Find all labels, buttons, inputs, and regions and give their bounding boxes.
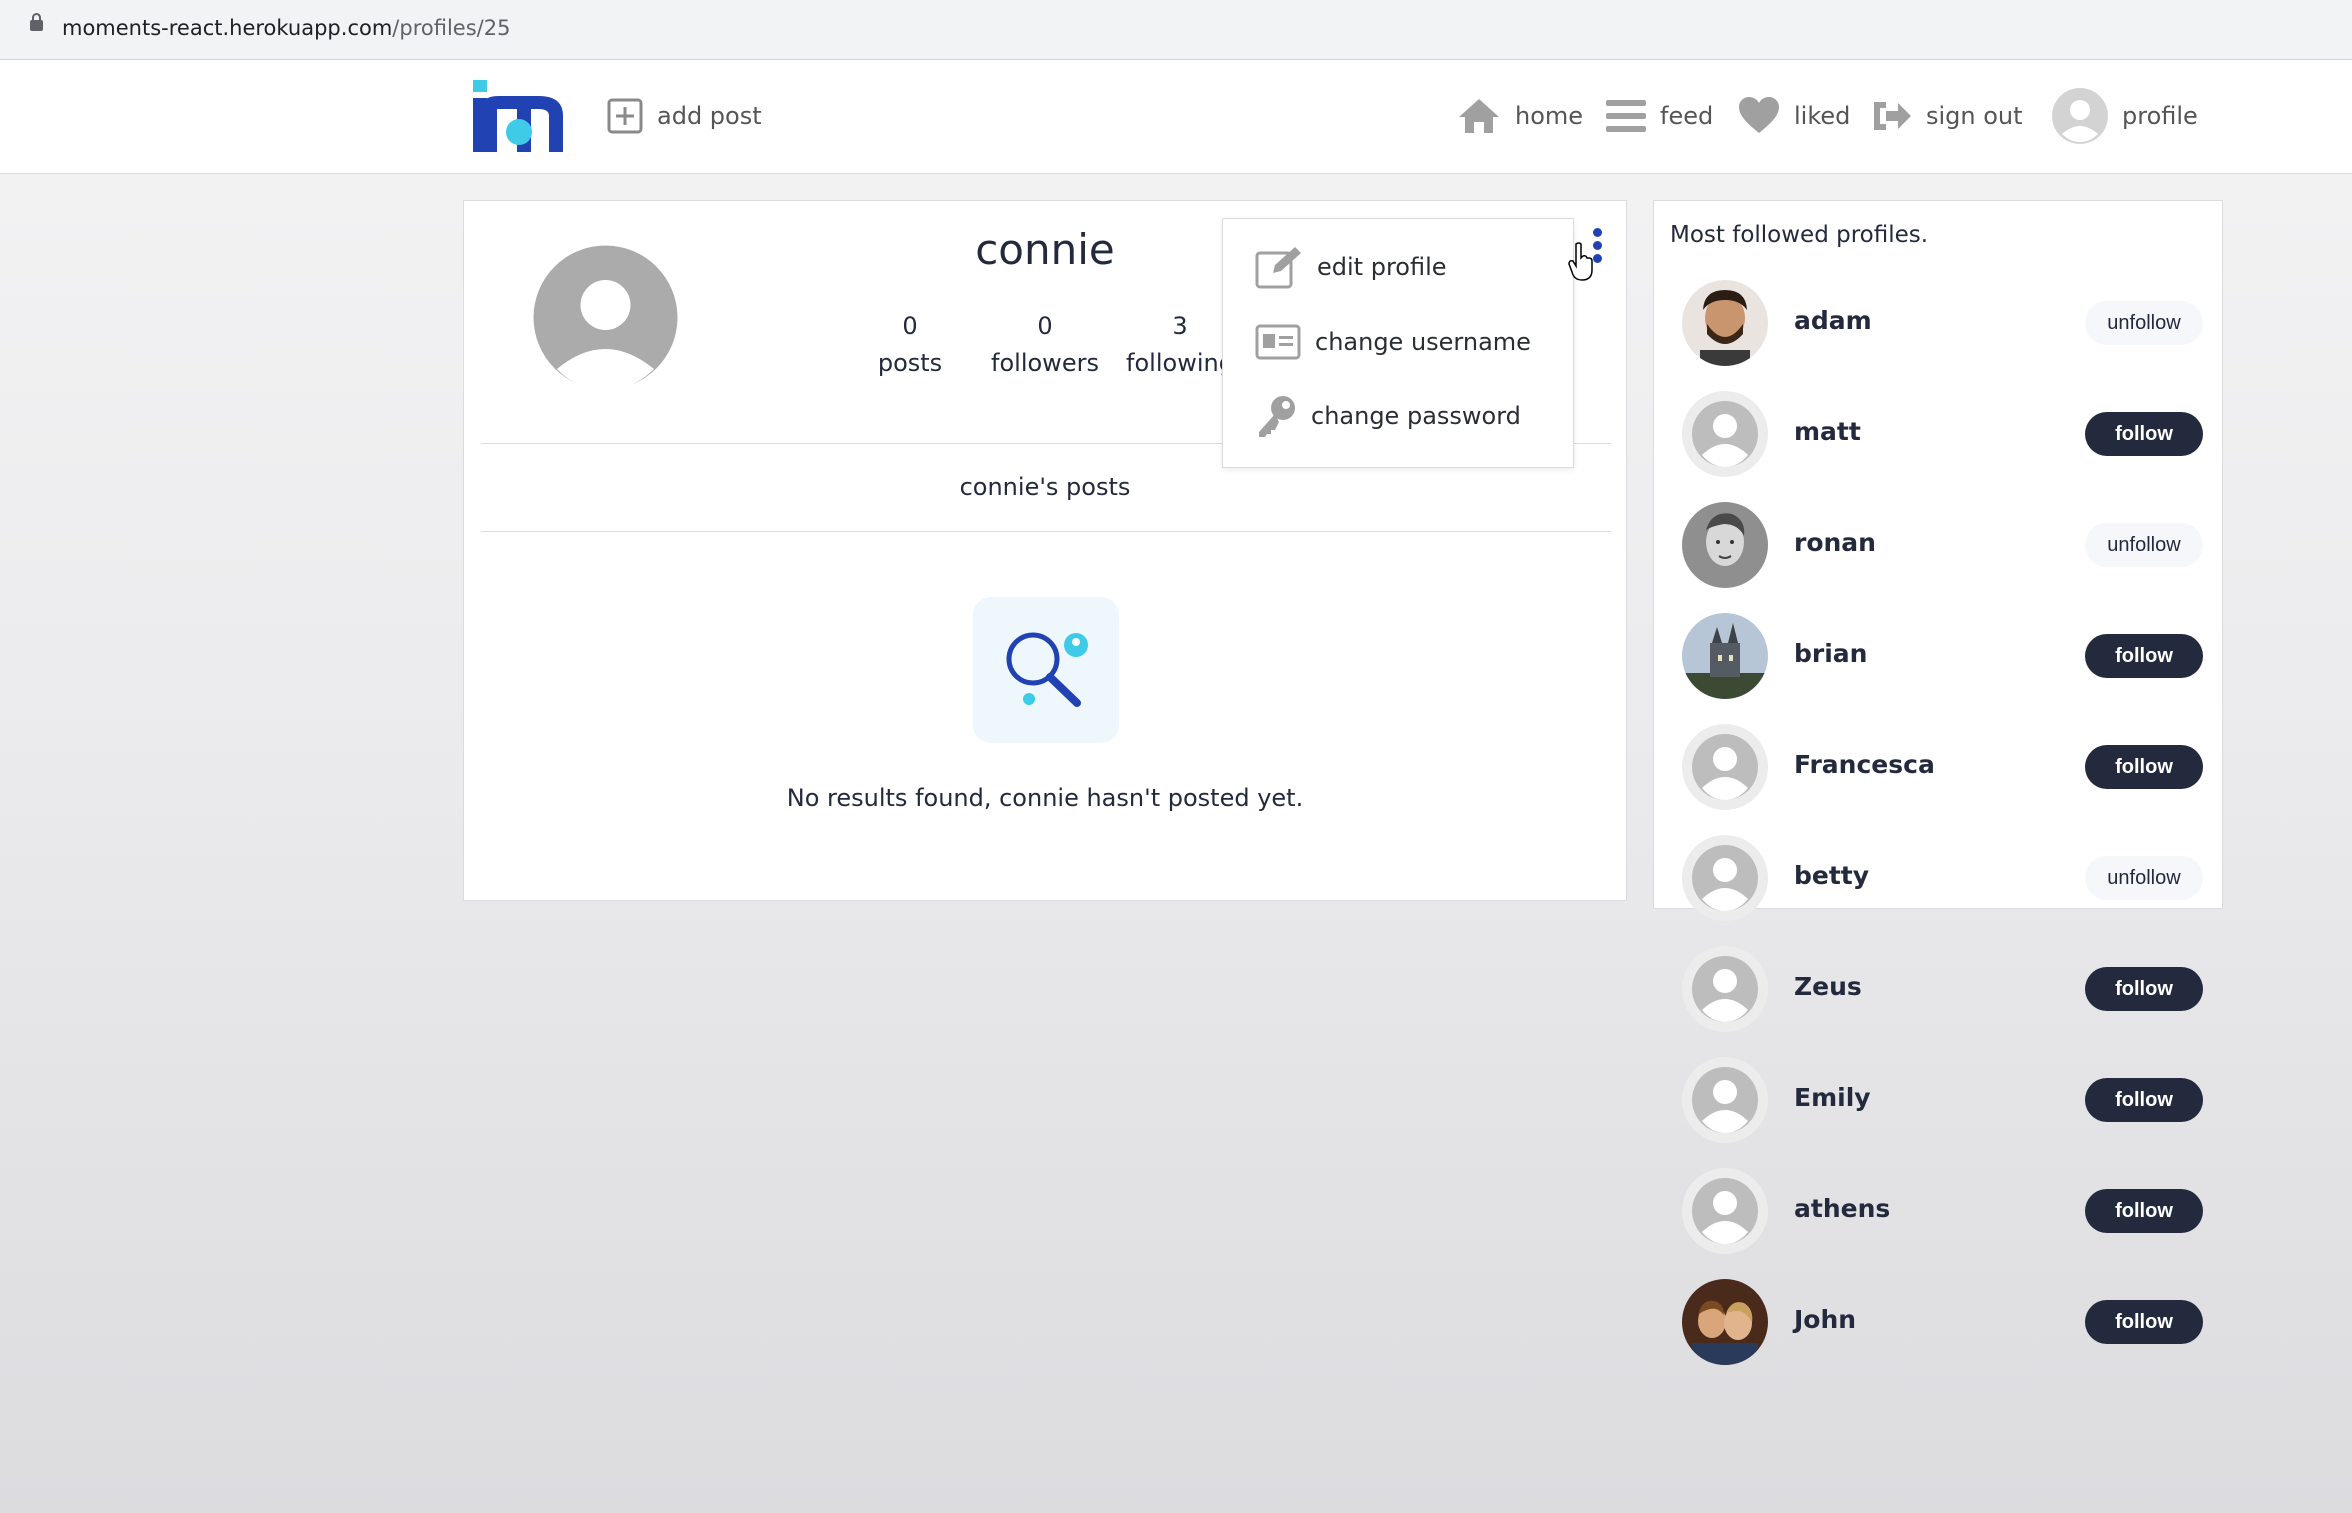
nav-add-post[interactable]: add post xyxy=(607,96,762,136)
nav-sign-out[interactable]: sign out xyxy=(1872,96,2023,136)
unfollow-button[interactable]: unfollow xyxy=(2085,301,2203,345)
posts-section-title: connie's posts xyxy=(959,473,1131,501)
stat-followers-label: followers xyxy=(991,349,1099,377)
user-avatar-icon xyxy=(2052,88,2108,144)
avatar-athens[interactable] xyxy=(1682,1168,1768,1254)
nav-feed-label: feed xyxy=(1660,102,1714,130)
follow-button[interactable]: follow xyxy=(2085,412,2203,456)
url-text[interactable]: moments-react.herokuapp.com/profiles/25 xyxy=(62,16,510,40)
stat-posts: 0 posts xyxy=(860,310,960,384)
profile-edit-dropdown: edit profile change username change pass… xyxy=(1222,218,1574,468)
nav-feed[interactable]: feed xyxy=(1606,96,1713,136)
profile-name[interactable]: betty xyxy=(1794,861,1869,890)
avatar-matt[interactable] xyxy=(1682,391,1768,477)
profile-row: Zeus follow xyxy=(1682,944,2204,1034)
edit-icon xyxy=(1255,247,1301,289)
avatar-betty[interactable] xyxy=(1682,835,1768,921)
profile-row: Francesca follow xyxy=(1682,722,2204,812)
no-results-message: No results found, connie hasn't posted y… xyxy=(786,784,1304,812)
key-icon xyxy=(1259,396,1295,437)
stat-followers-value: 0 xyxy=(1037,312,1053,340)
edit-profile-label: edit profile xyxy=(1317,253,1447,281)
follow-button[interactable]: follow xyxy=(2085,745,2203,789)
nav-add-post-label: add post xyxy=(657,102,762,130)
unfollow-button[interactable]: unfollow xyxy=(2085,523,2203,567)
profile-name[interactable]: John xyxy=(1794,1305,1856,1334)
lock-icon xyxy=(30,13,43,31)
stat-followers: 0 followers xyxy=(985,310,1105,384)
avatar-adam[interactable] xyxy=(1682,280,1768,366)
profile-name[interactable]: Francesca xyxy=(1794,750,1935,779)
edit-profile-option[interactable]: edit profile xyxy=(1255,244,1447,290)
profile-name[interactable]: athens xyxy=(1794,1194,1890,1223)
avatar-brian[interactable] xyxy=(1682,613,1768,699)
change-password-label: change password xyxy=(1311,402,1521,430)
moments-logo[interactable] xyxy=(473,80,565,152)
id-card-icon xyxy=(1255,324,1301,360)
profile-row: ronan unfollow xyxy=(1682,500,2204,590)
plus-square-icon xyxy=(607,98,643,134)
profile-name[interactable]: ronan xyxy=(1794,528,1876,557)
follow-button[interactable]: follow xyxy=(2085,1300,2203,1344)
nav-home[interactable]: home xyxy=(1457,96,1583,136)
profile-avatar xyxy=(533,245,678,390)
follow-button[interactable]: follow xyxy=(2085,1078,2203,1122)
profile-row: betty unfollow xyxy=(1682,833,2204,923)
profile-row: Emily follow xyxy=(1682,1055,2204,1145)
avatar-emily[interactable] xyxy=(1682,1057,1768,1143)
profile-name[interactable]: adam xyxy=(1794,306,1872,335)
nav-sign-out-label: sign out xyxy=(1926,102,2023,130)
follow-button[interactable]: follow xyxy=(2085,1189,2203,1233)
url-host: moments-react.herokuapp.com xyxy=(62,16,393,40)
hand-cursor-icon xyxy=(1568,242,1593,281)
avatar-john[interactable] xyxy=(1682,1279,1768,1365)
profile-row: brian follow xyxy=(1682,611,2204,701)
nav-profile-label: profile xyxy=(2122,102,2198,130)
browser-url-bar[interactable]: moments-react.herokuapp.com/profiles/25 xyxy=(0,0,2352,60)
follow-button[interactable]: follow xyxy=(2085,634,2203,678)
nav-liked[interactable]: liked xyxy=(1738,96,1850,136)
divider xyxy=(481,531,1611,532)
avatar-francesca[interactable] xyxy=(1682,724,1768,810)
profile-row: matt follow xyxy=(1682,389,2204,479)
unfollow-button[interactable]: unfollow xyxy=(2085,856,2203,900)
avatar-zeus[interactable] xyxy=(1682,946,1768,1032)
follow-button[interactable]: follow xyxy=(2085,967,2203,1011)
list-icon xyxy=(1606,98,1646,134)
profile-row: athens follow xyxy=(1682,1166,2204,1256)
profile-name[interactable]: brian xyxy=(1794,639,1867,668)
stat-posts-label: posts xyxy=(877,349,943,377)
sign-out-icon xyxy=(1872,98,1912,134)
nav-liked-label: liked xyxy=(1794,102,1851,130)
change-password-option[interactable]: change password xyxy=(1255,393,1521,439)
url-path: /profiles/25 xyxy=(392,16,511,40)
avatar-ronan[interactable] xyxy=(1682,502,1768,588)
change-username-option[interactable]: change username xyxy=(1255,319,1531,365)
heart-icon xyxy=(1738,97,1780,135)
nav-profile[interactable]: profile xyxy=(2052,88,2198,144)
stat-posts-value: 0 xyxy=(902,312,918,340)
no-results-search-icon xyxy=(973,597,1119,743)
profile-row: John follow xyxy=(1682,1277,2204,1367)
change-username-label: change username xyxy=(1315,328,1531,356)
profile-name[interactable]: matt xyxy=(1794,417,1861,446)
profile-name[interactable]: Emily xyxy=(1794,1083,1871,1112)
nav-home-label: home xyxy=(1515,102,1584,130)
home-icon xyxy=(1457,97,1501,135)
profile-name[interactable]: Zeus xyxy=(1794,972,1862,1001)
profile-row: adam unfollow xyxy=(1682,278,2204,368)
profile-username: connie xyxy=(975,225,1115,274)
most-followed-title: Most followed profiles. xyxy=(1670,222,1929,248)
